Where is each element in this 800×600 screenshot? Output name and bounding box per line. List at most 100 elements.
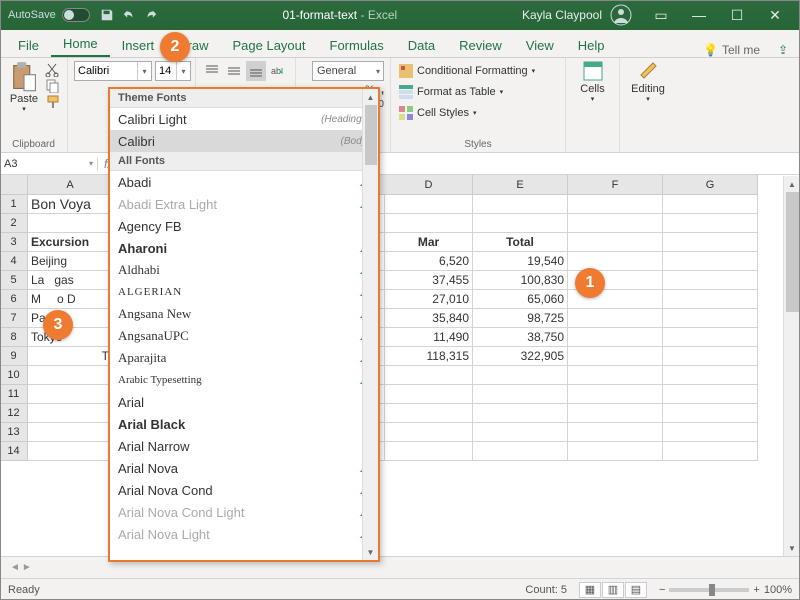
copy-icon[interactable] — [45, 79, 61, 93]
cut-icon[interactable] — [45, 63, 61, 77]
col-D[interactable]: D — [385, 175, 473, 195]
tab-file[interactable]: File — [6, 34, 51, 57]
group-clipboard: Clipboard — [6, 139, 61, 152]
minimize-icon[interactable]: — — [682, 3, 716, 27]
zoom-level: 100% — [764, 584, 792, 596]
tab-review[interactable]: Review — [447, 34, 514, 57]
comma-icon[interactable]: , — [381, 84, 384, 96]
align-middle-icon[interactable] — [224, 61, 244, 81]
tab-insert[interactable]: Insert — [110, 34, 167, 57]
wrap-text-icon[interactable]: ab — [268, 61, 288, 81]
name-box[interactable]: A3▾ — [0, 158, 98, 170]
user-block[interactable]: Kayla Claypool — [522, 4, 632, 26]
redo-icon[interactable] — [144, 8, 158, 22]
font-option[interactable]: Arial — [110, 391, 378, 413]
quick-access-toolbar — [100, 8, 158, 22]
row-13[interactable]: 13 — [0, 423, 28, 442]
col-A[interactable]: A — [28, 175, 113, 195]
font-size-combo[interactable]: ▾ — [155, 61, 191, 81]
row-10[interactable]: 10 — [0, 366, 28, 385]
share-icon[interactable]: ⇪ — [766, 43, 800, 57]
save-icon[interactable] — [100, 8, 114, 22]
row-5[interactable]: 5 — [0, 271, 28, 290]
font-option[interactable]: Arabic Typesetting☁ — [110, 369, 378, 391]
normal-view-icon[interactable]: ▦ — [579, 582, 601, 598]
col-F[interactable]: F — [568, 175, 663, 195]
font-option[interactable]: Abadi☁ — [110, 171, 378, 193]
row-14[interactable]: 14 — [0, 442, 28, 461]
font-name-combo[interactable]: ▾ — [74, 61, 152, 81]
font-option[interactable]: Arial Narrow — [110, 435, 378, 457]
row-3[interactable]: 3 — [0, 233, 28, 252]
font-option[interactable]: Arial Nova Cond Light☁ — [110, 501, 378, 523]
row-7[interactable]: 7 — [0, 309, 28, 328]
row-1[interactable]: 1 — [0, 195, 28, 214]
font-option[interactable]: Calibri Light(Headings) — [110, 108, 378, 130]
col-E[interactable]: E — [473, 175, 568, 195]
font-option[interactable]: Calibri(Body) — [110, 130, 378, 152]
scroll-thumb — [365, 105, 377, 165]
number-format-combo[interactable]: General▾ — [312, 61, 384, 81]
font-option[interactable]: Arial Nova Light☁ — [110, 523, 378, 545]
font-dropdown[interactable]: Theme Fonts Calibri Light(Headings)Calib… — [108, 87, 380, 562]
font-option[interactable]: Algerian☁ — [110, 281, 378, 303]
conditional-formatting-button[interactable]: Conditional Formatting▾ — [397, 61, 537, 81]
tell-me[interactable]: 💡Tell me — [703, 43, 766, 57]
row-9[interactable]: 9 — [0, 347, 28, 366]
window-controls: ▭ — ☐ ✕ — [644, 3, 792, 27]
align-bottom-icon[interactable] — [246, 61, 266, 81]
font-dropdown-arrow: ▾ — [137, 62, 151, 80]
font-option[interactable]: AngsanaUPC☁ — [110, 325, 378, 347]
callout-1: 1 — [575, 268, 605, 298]
callout-2: 2 — [160, 32, 190, 62]
status-ready: Ready — [8, 584, 40, 596]
theme-fonts-header: Theme Fonts — [110, 89, 378, 108]
font-option[interactable]: Angsana New☁ — [110, 303, 378, 325]
dropdown-scrollbar[interactable]: ▲ ▼ — [362, 89, 378, 560]
page-break-view-icon[interactable]: ▤ — [625, 582, 647, 598]
zoom-control[interactable]: −+ 100% — [659, 584, 792, 596]
font-option[interactable]: Arial Nova Cond☁ — [110, 479, 378, 501]
format-as-table-button[interactable]: Format as Table▾ — [397, 82, 537, 102]
font-option[interactable]: Abadi Extra Light☁ — [110, 193, 378, 215]
font-option[interactable]: Arial Black — [110, 413, 378, 435]
autosave-toggle[interactable] — [62, 8, 90, 22]
close-icon[interactable]: ✕ — [758, 3, 792, 27]
font-option[interactable]: Agency FB — [110, 215, 378, 237]
autosave-label: AutoSave — [8, 9, 56, 21]
editing-button[interactable]: Editing▾ — [626, 61, 670, 103]
avatar-icon — [610, 4, 632, 26]
font-option[interactable]: Arial Nova☁ — [110, 457, 378, 479]
align-top-icon[interactable] — [202, 61, 222, 81]
title-bar: AutoSave 01-format-text - Excel Kayla Cl… — [0, 0, 800, 30]
tab-home[interactable]: Home — [51, 32, 110, 57]
tab-page-layout[interactable]: Page Layout — [221, 34, 318, 57]
row-2[interactable]: 2 — [0, 214, 28, 233]
tab-help[interactable]: Help — [566, 34, 617, 57]
tab-view[interactable]: View — [514, 34, 566, 57]
row-6[interactable]: 6 — [0, 290, 28, 309]
maximize-icon[interactable]: ☐ — [720, 3, 754, 27]
format-painter-icon[interactable] — [45, 95, 61, 109]
paste-button[interactable]: Paste▾ — [6, 61, 42, 113]
font-option[interactable]: Aharoni☁ — [110, 237, 378, 259]
row-4[interactable]: 4 — [0, 252, 28, 271]
cells-button[interactable]: Cells▾ — [572, 61, 613, 103]
tab-data[interactable]: Data — [396, 34, 447, 57]
page-layout-view-icon[interactable]: ▥ — [602, 582, 624, 598]
user-name: Kayla Claypool — [522, 8, 602, 22]
status-count: Count: 5 — [525, 584, 567, 596]
undo-icon[interactable] — [122, 8, 136, 22]
tab-formulas[interactable]: Formulas — [318, 34, 396, 57]
ribbon-options-icon[interactable]: ▭ — [644, 3, 678, 27]
row-11[interactable]: 11 — [0, 385, 28, 404]
status-bar: Ready Count: 5 ▦ ▥ ▤ −+ 100% — [0, 578, 800, 600]
all-fonts-header: All Fonts — [110, 152, 378, 171]
cell-styles-button[interactable]: Cell Styles▾ — [397, 103, 537, 123]
row-12[interactable]: 12 — [0, 404, 28, 423]
col-G[interactable]: G — [663, 175, 758, 195]
row-8[interactable]: 8 — [0, 328, 28, 347]
font-option[interactable]: Aldhabi☁ — [110, 259, 378, 281]
font-option[interactable]: Aparajita☁ — [110, 347, 378, 369]
vertical-scrollbar[interactable]: ▲▼ — [783, 176, 800, 556]
